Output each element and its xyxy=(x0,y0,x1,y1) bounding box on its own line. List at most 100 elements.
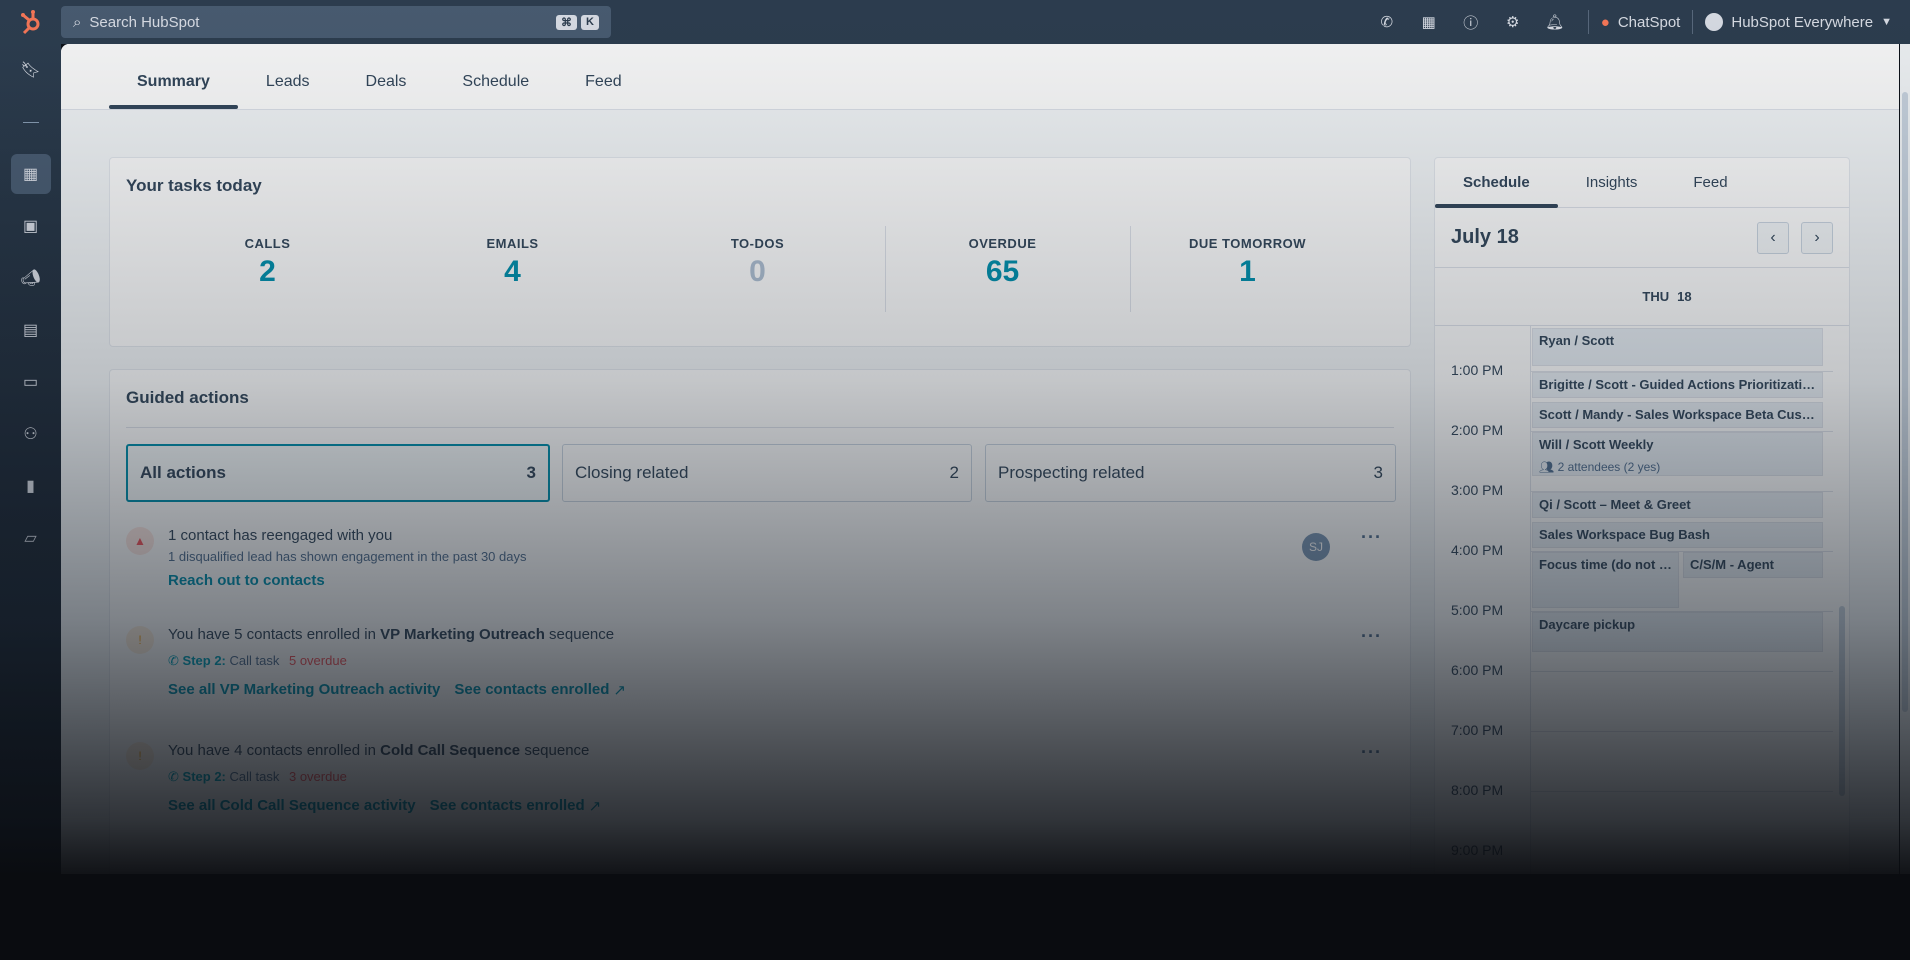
calendar-event[interactable]: Ryan / Scott xyxy=(1532,328,1823,366)
hubspot-logo-icon[interactable] xyxy=(0,0,61,44)
title-text: sequence xyxy=(520,742,590,759)
top-navigation-bar: ⌕ Search HubSpot ⌘ K ✆ ▦ ⓘ ⚙ 🔔︎ ● ChatSp… xyxy=(0,0,1910,44)
tab-feed[interactable]: Feed xyxy=(557,73,649,109)
hour-line xyxy=(1531,731,1833,732)
previous-day-button[interactable]: ‹ xyxy=(1757,221,1789,254)
see-all-activity-link[interactable]: See all VP Marketing Outreach activity xyxy=(168,681,440,699)
action-links: See all VP Marketing Outreach activity S… xyxy=(168,681,626,699)
calendar-event[interactable]: C/S/M - Agent xyxy=(1683,552,1823,578)
owner-avatar: SJ xyxy=(1302,533,1330,561)
commerce-icon[interactable]: ▭ xyxy=(0,356,61,408)
library-folder-icon[interactable]: ▱ xyxy=(0,512,61,564)
account-avatar xyxy=(1705,13,1724,31)
stat-calls[interactable]: CALLS 2 xyxy=(145,236,390,289)
bookmark-icon[interactable]: 🔖︎ xyxy=(0,44,61,96)
step-info: ✆ Step 2: Call task 5 overdue xyxy=(168,653,626,669)
tab-insights[interactable]: Insights xyxy=(1558,158,1666,207)
time-label: 8:00 PM xyxy=(1451,782,1504,798)
filter-label: Closing related xyxy=(575,463,689,482)
day-header: THU 18 xyxy=(1435,268,1849,326)
hour-line xyxy=(1531,791,1833,792)
time-label: 4:00 PM xyxy=(1451,542,1504,558)
calendar-event[interactable]: Will / Scott Weekly 👥︎ 2 attendees (2 ye… xyxy=(1532,432,1823,476)
calendar-event[interactable]: Qi / Scott – Meet & Greet xyxy=(1532,492,1823,518)
guided-title: Guided actions xyxy=(126,388,249,407)
filter-prospecting-related[interactable]: Prospecting related 3 xyxy=(985,444,1396,502)
filter-all-actions[interactable]: All actions 3 xyxy=(126,444,550,502)
phone-icon: ✆ xyxy=(168,653,179,668)
chatspot-icon: ● xyxy=(1600,13,1610,31)
phone-icon[interactable]: ✆ xyxy=(1366,13,1408,31)
tasks-today-card: Your tasks today CALLS 2 EMAILS 4 TO-DOS… xyxy=(109,157,1411,347)
reporting-chart-icon[interactable]: ▮ xyxy=(0,460,61,512)
title-text: sequence xyxy=(544,626,615,643)
phone-icon: ✆ xyxy=(168,769,179,784)
stat-value: 0 xyxy=(749,255,766,288)
stat-emails[interactable]: EMAILS 4 xyxy=(390,236,635,289)
stat-overdue[interactable]: OVERDUE 65 xyxy=(880,236,1125,289)
calendar-event[interactable]: Focus time (do not bo... xyxy=(1532,552,1679,608)
see-all-activity-link[interactable]: See all Cold Call Sequence activity xyxy=(168,797,416,815)
calendar-event[interactable]: Brigitte / Scott - Guided Actions Priori… xyxy=(1532,372,1823,398)
tab-schedule-panel[interactable]: Schedule xyxy=(1435,158,1558,208)
divider xyxy=(1692,10,1694,34)
step-task: Call task xyxy=(229,653,280,668)
tasks-title: Your tasks today xyxy=(126,176,262,195)
calendar-scrollbar[interactable] xyxy=(1839,326,1845,874)
tab-leads[interactable]: Leads xyxy=(238,73,338,109)
notifications-bell-icon[interactable]: 🔔︎ xyxy=(1534,13,1576,31)
stat-due-tomorrow[interactable]: DUE TOMORROW 1 xyxy=(1125,236,1370,289)
more-options-icon[interactable]: ··· xyxy=(1361,626,1382,647)
marketing-megaphone-icon[interactable]: 📣︎ xyxy=(0,252,61,304)
time-label: 3:00 PM xyxy=(1451,482,1504,498)
tab-schedule[interactable]: Schedule xyxy=(434,73,557,109)
tab-deals[interactable]: Deals xyxy=(338,73,435,109)
marketplace-icon[interactable]: ▦ xyxy=(1408,13,1450,31)
current-date: July 18 xyxy=(1451,226,1519,248)
more-options-icon[interactable]: ··· xyxy=(1361,742,1382,763)
see-contacts-enrolled-link[interactable]: See contacts enrolled xyxy=(454,681,609,699)
attendees-icon: 👥︎ xyxy=(1539,460,1558,474)
more-options-icon[interactable]: ··· xyxy=(1361,527,1382,548)
chevron-left-icon: ‹ xyxy=(1770,228,1776,246)
stat-todos[interactable]: TO-DOS 0 xyxy=(635,236,880,289)
title-text: You have 5 contacts enrolled in xyxy=(168,626,381,643)
action-subtitle: 1 disqualified lead has shown engagement… xyxy=(168,549,527,564)
stat-value: 1 xyxy=(1239,255,1256,288)
next-day-button[interactable]: › xyxy=(1801,221,1833,254)
see-contacts-enrolled-link[interactable]: See contacts enrolled xyxy=(430,797,585,815)
time-label: 5:00 PM xyxy=(1451,602,1504,618)
content-icon[interactable]: ▤ xyxy=(0,304,61,356)
divider xyxy=(126,427,1394,428)
search-input[interactable]: Search HubSpot xyxy=(89,14,199,31)
search-bar[interactable]: ⌕ Search HubSpot ⌘ K xyxy=(61,6,611,38)
day-name: THU xyxy=(1642,289,1670,304)
rail-divider xyxy=(0,96,61,148)
overdue-count: 3 overdue xyxy=(288,769,347,784)
tab-summary[interactable]: Summary xyxy=(109,73,238,109)
chevron-right-icon: › xyxy=(1814,228,1820,246)
filter-closing-related[interactable]: Closing related 2 xyxy=(562,444,972,502)
workspaces-icon[interactable]: ▦ xyxy=(0,148,61,200)
account-menu[interactable]: HubSpot Everywhere ▼ xyxy=(1705,13,1892,31)
sequence-icon: ! xyxy=(126,742,154,770)
title-text: You have 4 contacts enrolled in xyxy=(168,742,381,759)
overdue-count: 5 overdue xyxy=(288,653,347,668)
attendees-count: 2 attendees (2 yes) xyxy=(1557,460,1661,474)
calendar-event[interactable]: Scott / Mandy - Sales Workspace Beta Cus… xyxy=(1532,402,1823,428)
page-scrollbar[interactable] xyxy=(1900,44,1910,874)
automation-icon[interactable]: ⚇ xyxy=(0,408,61,460)
action-links: See all Cold Call Sequence activity See … xyxy=(168,797,601,815)
chatspot-button[interactable]: ● ChatSpot xyxy=(1601,14,1681,31)
stat-label: TO-DOS xyxy=(730,236,785,251)
settings-gear-icon[interactable]: ⚙ xyxy=(1492,13,1534,31)
contacts-icon[interactable]: ▣ xyxy=(0,200,61,252)
action-title: You have 5 contacts enrolled in VP Marke… xyxy=(168,626,626,643)
tab-feed-panel[interactable]: Feed xyxy=(1665,158,1755,207)
schedule-panel: Schedule Insights Feed July 18 ‹ › THU 1… xyxy=(1434,157,1850,874)
calendar-event[interactable]: Daycare pickup xyxy=(1532,612,1823,652)
calendar-event[interactable]: Sales Workspace Bug Bash xyxy=(1532,522,1823,548)
stat-value: 65 xyxy=(985,255,1020,288)
reach-out-link[interactable]: Reach out to contacts xyxy=(168,572,325,589)
help-icon[interactable]: ⓘ xyxy=(1450,12,1492,33)
